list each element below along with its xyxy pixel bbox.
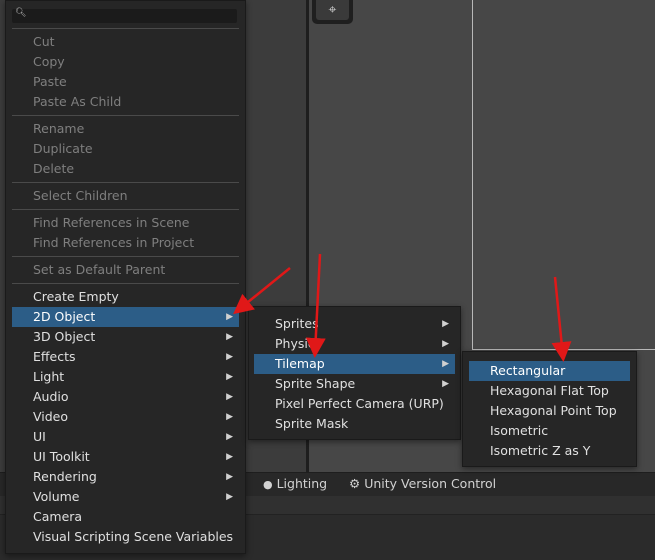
arrow-to-tilemap — [305, 253, 326, 358]
annotation-arrows — [233, 253, 572, 362]
arrow-to-2d-object — [233, 267, 291, 315]
arrow-to-rectangular — [551, 276, 572, 362]
